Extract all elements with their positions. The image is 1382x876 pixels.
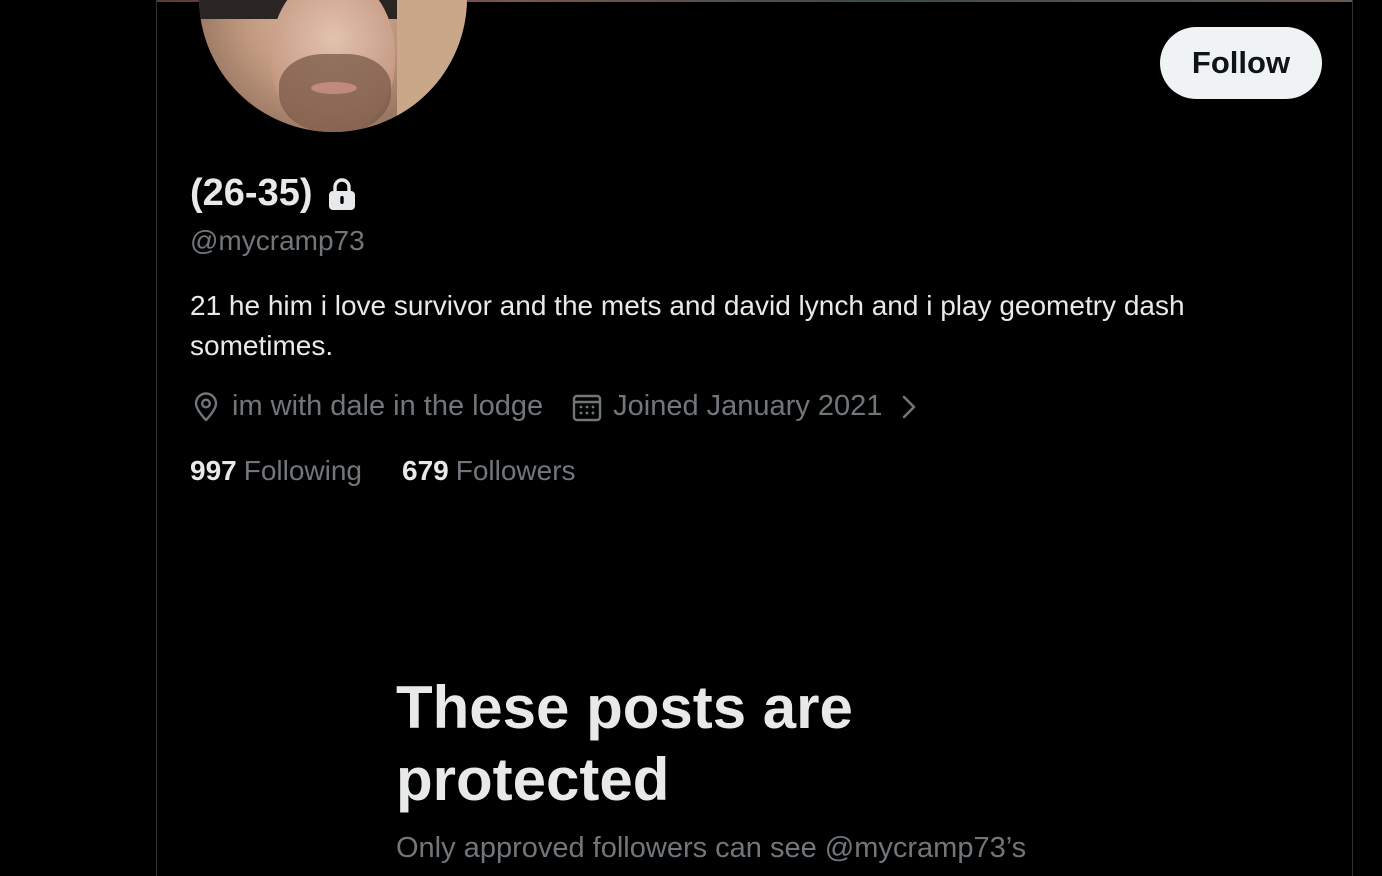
joined-text: Joined January 2021 bbox=[613, 390, 883, 422]
protected-posts-title: These posts are protected bbox=[396, 674, 853, 813]
followers-label: Followers bbox=[455, 455, 576, 486]
following-link[interactable]: 997 Following bbox=[190, 455, 362, 487]
avatar[interactable] bbox=[199, 0, 467, 132]
calendar-icon bbox=[572, 394, 602, 421]
lock-icon bbox=[328, 177, 355, 210]
location-pin-icon bbox=[194, 391, 218, 421]
location-text: im with dale in the lodge bbox=[232, 390, 544, 422]
location-item: im with dale in the lodge bbox=[190, 390, 543, 423]
follow-button[interactable]: Follow bbox=[1160, 27, 1322, 99]
following-label: Following bbox=[243, 455, 362, 486]
followers-count: 679 bbox=[402, 455, 449, 486]
profile-name-row: (26-35) bbox=[190, 172, 357, 215]
display-name: (26-35) bbox=[190, 172, 313, 214]
chevron-right-icon bbox=[903, 395, 916, 418]
profile-meta: im with dale in the lodge Joined January… bbox=[190, 390, 948, 423]
profile-stats: 997 Following 679 Followers bbox=[190, 455, 616, 487]
protected-posts-subtitle: Only approved followers can see @mycramp… bbox=[396, 832, 1027, 864]
profile-bio: 21 he him i love survivor and the mets a… bbox=[190, 290, 1185, 361]
joined-item[interactable]: Joined January 2021 bbox=[571, 390, 920, 423]
following-count: 997 bbox=[190, 455, 237, 486]
followers-link[interactable]: 679 Followers bbox=[402, 455, 576, 487]
profile-handle: @mycramp73 bbox=[190, 225, 365, 256]
profile-column: Follow (26-35) @mycramp73 21 he him i lo… bbox=[156, 0, 1353, 876]
